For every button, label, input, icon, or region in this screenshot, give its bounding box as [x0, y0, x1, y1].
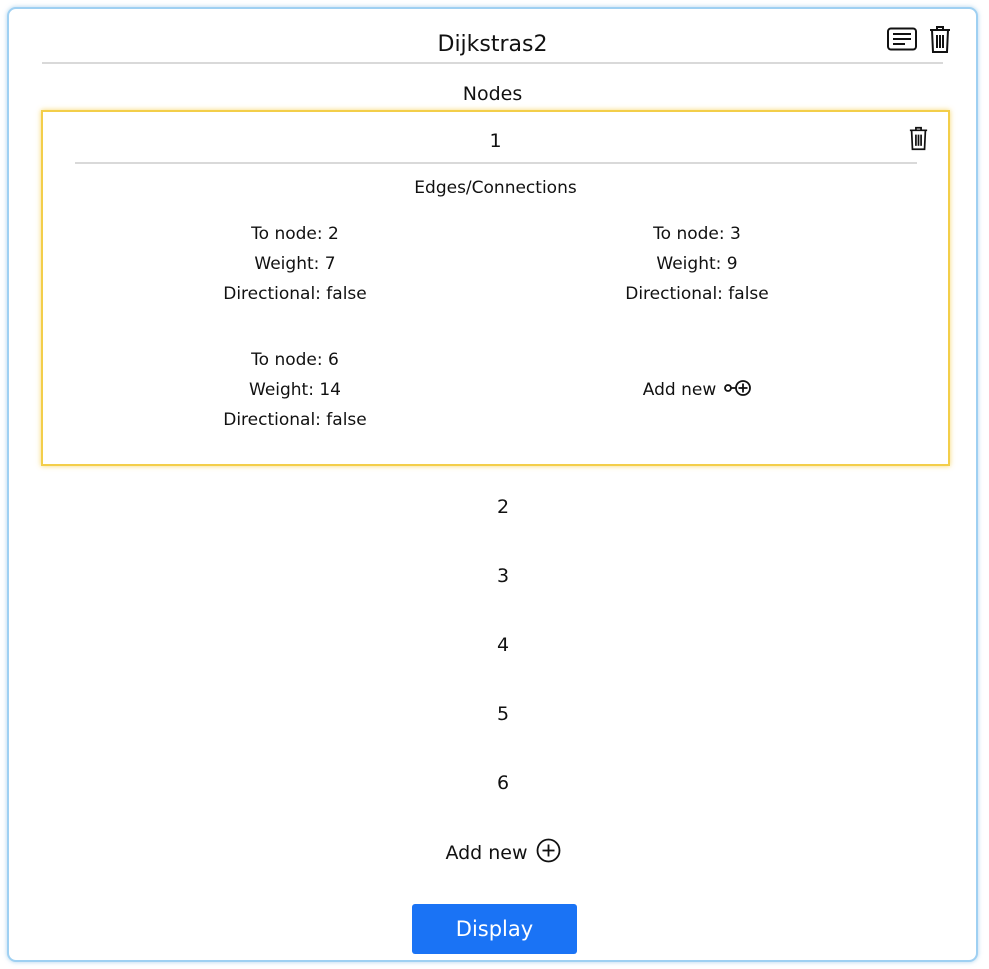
edge-directional: Directional: false [223, 284, 367, 304]
header-actions [887, 23, 955, 55]
title-divider [42, 62, 943, 64]
edge-item[interactable]: To node: 3 Weight: 9 Directional: false [547, 219, 847, 309]
edge-weight: Weight: 14 [249, 380, 341, 400]
edge-directional: Directional: false [223, 410, 367, 430]
edge-weight: Weight: 7 [254, 254, 336, 274]
node-item[interactable]: 6 [403, 771, 603, 795]
add-edge-label: Add new [642, 380, 717, 400]
edges-heading: Edges/Connections [414, 178, 577, 198]
node-card-expanded[interactable]: 1 Edges/Connections To node: 2 Weight: 7… [41, 110, 950, 466]
graph-title: Dijkstras2 [437, 32, 548, 57]
edge-to-node: To node: 3 [653, 224, 741, 244]
graph-card: Dijkstras2 Nodes 1 Edges/Connections To … [7, 7, 978, 962]
list-icon[interactable] [887, 23, 917, 55]
node-item[interactable]: 2 [403, 495, 603, 519]
node-item[interactable]: 3 [403, 564, 603, 588]
node-item[interactable]: 4 [403, 633, 603, 657]
add-connection-icon [724, 378, 753, 403]
edge-directional: Directional: false [625, 284, 769, 304]
node-item[interactable]: 5 [403, 702, 603, 726]
node-label[interactable]: 1 [43, 129, 948, 153]
edge-item[interactable]: To node: 2 Weight: 7 Directional: false [145, 219, 445, 309]
node-divider [75, 162, 917, 164]
trash-icon[interactable] [906, 124, 930, 152]
trash-icon[interactable] [925, 23, 955, 55]
edge-item[interactable]: To node: 6 Weight: 14 Directional: false [145, 345, 445, 435]
edge-weight: Weight: 9 [656, 254, 738, 274]
add-node-button[interactable]: Add new [403, 838, 603, 868]
plus-circle-icon [536, 838, 561, 868]
add-edge-button[interactable]: Add new [583, 375, 813, 405]
edge-to-node: To node: 2 [251, 224, 339, 244]
nodes-heading: Nodes [462, 83, 523, 105]
edge-to-node: To node: 6 [251, 350, 339, 370]
add-node-label: Add new [445, 842, 528, 864]
display-button[interactable]: Display [412, 904, 577, 954]
